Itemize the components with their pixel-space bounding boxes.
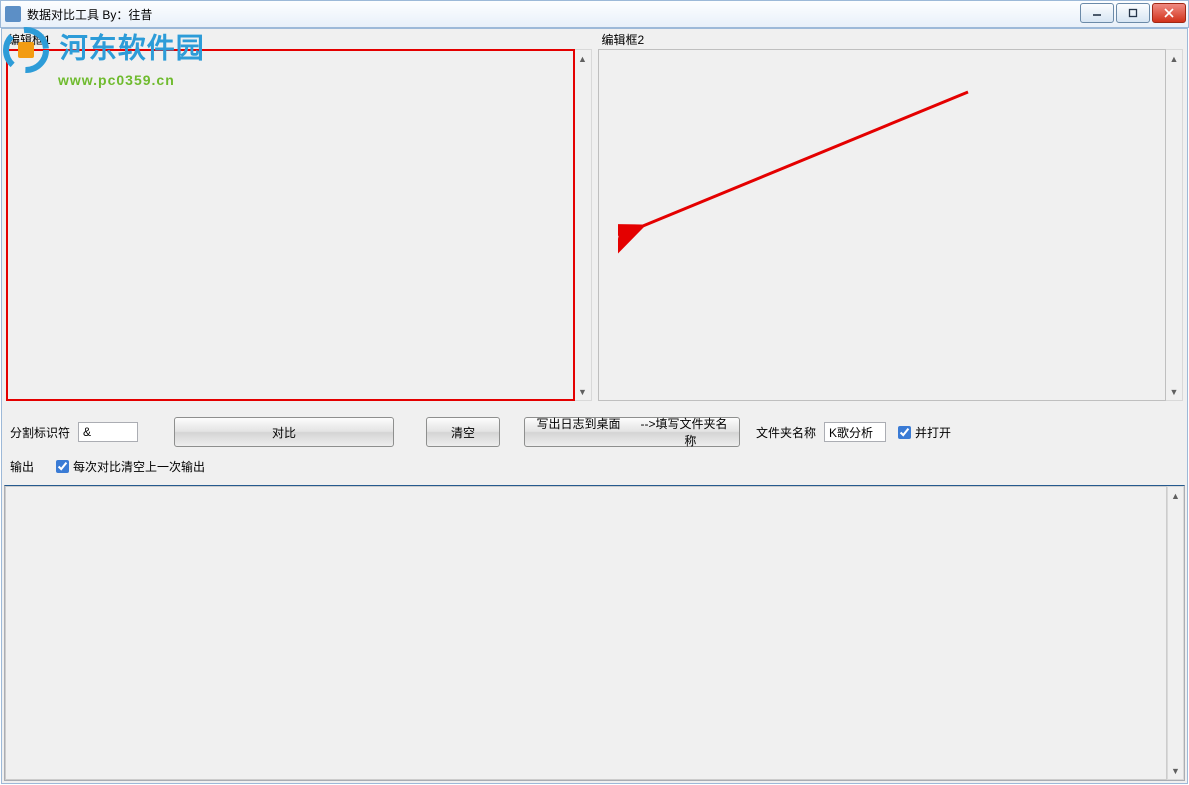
output-box: ▲ ▼ (4, 485, 1185, 781)
minimize-button[interactable] (1080, 3, 1114, 23)
app-icon (5, 6, 21, 22)
scroll-down-icon: ▼ (1166, 383, 1182, 400)
scrollbar-1[interactable]: ▲ ▼ (575, 49, 592, 401)
minimize-icon (1092, 8, 1102, 18)
window-title: 数据对比工具 By：往昔 (27, 6, 152, 23)
scroll-down-icon: ▼ (1168, 762, 1183, 779)
separator-input[interactable] (78, 422, 138, 442)
clear-button[interactable]: 清空 (426, 417, 500, 447)
clear-each-checkbox[interactable] (56, 460, 69, 473)
scroll-up-icon: ▲ (1168, 487, 1183, 504)
folder-name-label: 文件夹名称 (756, 424, 816, 441)
scroll-down-icon: ▼ (575, 383, 591, 400)
output-textarea[interactable] (5, 486, 1167, 780)
clear-each-label: 每次对比清空上一次输出 (73, 458, 205, 475)
output-scrollbar[interactable]: ▲ ▼ (1167, 486, 1184, 780)
titlebar: 数据对比工具 By：往昔 (0, 0, 1189, 28)
maximize-icon (1128, 8, 1138, 18)
scrollbar-2[interactable]: ▲ ▼ (1166, 49, 1183, 401)
compare-button[interactable]: 对比 (174, 417, 394, 447)
output-label: 输出 (10, 458, 34, 475)
edit-pane-1: ▲ ▼ (6, 49, 592, 401)
scroll-up-icon: ▲ (575, 50, 591, 67)
edit-box-1-label: 编辑框1 (2, 29, 594, 49)
and-open-label: 并打开 (915, 424, 951, 441)
client-area: 编辑框1 编辑框2 ▲ ▼ ▲ ▼ 分割标识符 对比 (1, 28, 1188, 784)
pane-row: ▲ ▼ ▲ ▼ (2, 49, 1187, 401)
window-controls (1080, 3, 1186, 23)
scroll-up-icon: ▲ (1166, 50, 1182, 67)
edit-textarea-2[interactable] (598, 49, 1167, 401)
write-log-button[interactable]: 写出日志到桌面 -->填写文件夹名 称 (524, 417, 740, 447)
close-button[interactable] (1152, 3, 1186, 23)
edit-pane-2: ▲ ▼ (598, 49, 1184, 401)
and-open-checkbox[interactable] (898, 426, 911, 439)
and-open-checkbox-wrap[interactable]: 并打开 (898, 424, 951, 441)
close-icon (1164, 8, 1174, 18)
controls-row: 分割标识符 对比 清空 写出日志到桌面 -->填写文件夹名 称 文件夹名称 并打… (2, 401, 1187, 457)
edit-textarea-1[interactable] (6, 49, 575, 401)
pane-labels-row: 编辑框1 编辑框2 (2, 29, 1187, 49)
clear-each-checkbox-wrap[interactable]: 每次对比清空上一次输出 (56, 458, 205, 475)
folder-name-input[interactable] (824, 422, 886, 442)
maximize-button[interactable] (1116, 3, 1150, 23)
output-row: 输出 每次对比清空上一次输出 (2, 457, 1187, 479)
edit-box-2-label: 编辑框2 (594, 29, 1188, 49)
separator-label: 分割标识符 (10, 424, 70, 441)
